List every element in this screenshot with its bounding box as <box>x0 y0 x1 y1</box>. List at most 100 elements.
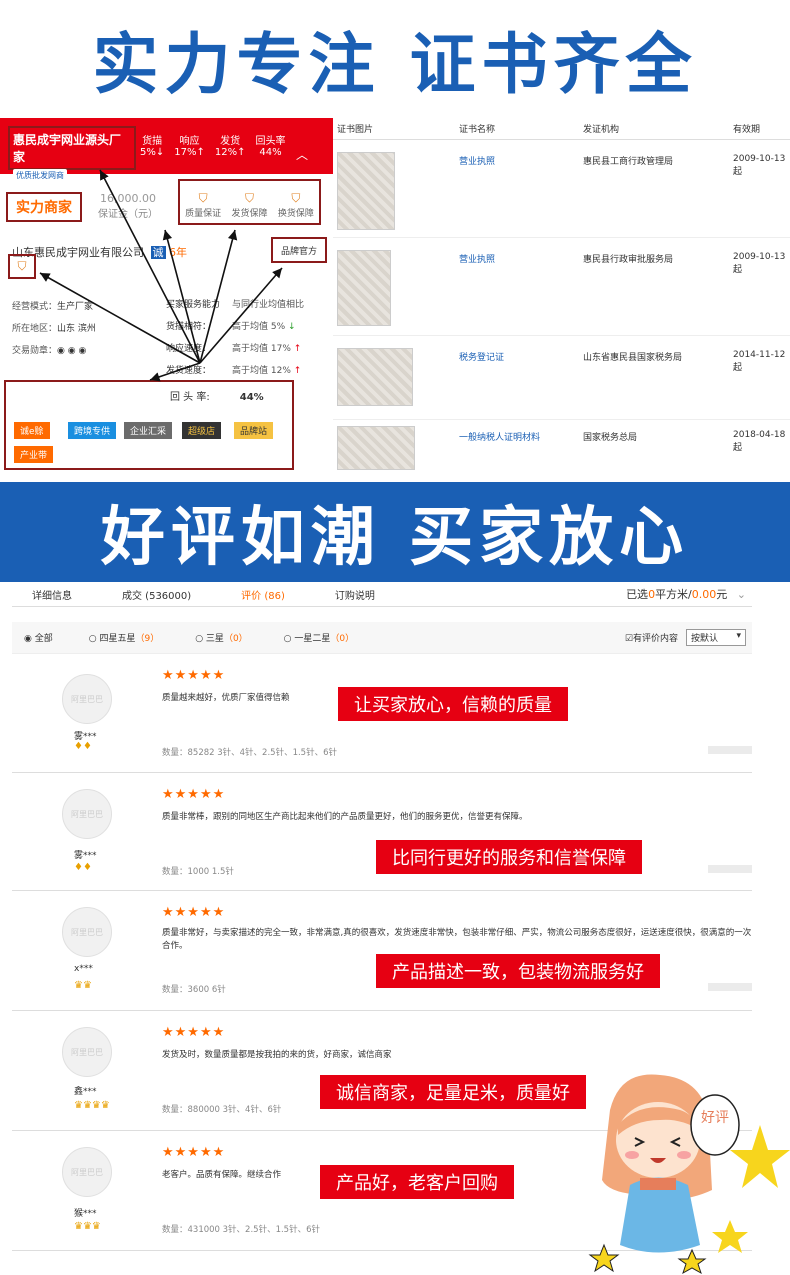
shield-icon: ⛉ <box>8 254 36 279</box>
star-rating: ★★★★★ <box>162 668 226 683</box>
review-text: 质量非常好，与卖家描述的完全一致，非常满意,真的很喜欢，发货速度非常快，包装非常… <box>162 928 752 951</box>
tag-industry-belt[interactable]: 产业带 <box>14 446 54 463</box>
filter-three-star[interactable]: ○ 三星（0） <box>195 631 247 644</box>
chevron-down-icon: ⌄ <box>736 588 746 601</box>
middle-banner: 好评如潮 买家放心 <box>0 482 790 582</box>
deposit-label: 保证金（元） <box>98 209 158 220</box>
detail-tabs: 详细信息 成交 (536000) 评价 (86) 订购说明 已选0平方米/0.0… <box>12 582 752 607</box>
tab-reviews[interactable]: 评价 (86) <box>241 587 285 602</box>
star-rating: ★★★★★ <box>162 787 226 802</box>
medal-icon: ◉ ◉ ◉ <box>57 346 87 356</box>
review-user: 鑫*** <box>74 1087 97 1097</box>
quality-guarantee[interactable]: ⛉ 质量保证 <box>185 191 221 219</box>
supplier-badge: 优质批发网商 <box>13 169 67 182</box>
certificate-table: 证书图片 证书名称 发证机构 有效期 营业执照 惠民县工商行政管理局 2009-… <box>333 118 790 478</box>
avatar: 阿里巴巴 <box>62 789 112 839</box>
cert-name[interactable]: 营业执照 <box>459 252 495 265</box>
delivery-guarantee[interactable]: ⛉ 发货保障 <box>231 191 267 219</box>
review-quantity: 数量：3600 6针 <box>162 985 226 995</box>
review-user: 猴*** <box>74 1209 97 1219</box>
cert-image[interactable] <box>337 426 415 470</box>
star-icon <box>677 1248 707 1275</box>
blurred-date <box>708 983 752 991</box>
callout-label: 让买家放心，信赖的质量 <box>338 687 568 721</box>
supplier-stats: 货描 5%↓ 响应 17%↑ 发货 12%↑ 回头率 44% <box>140 132 285 158</box>
tag-enterprise[interactable]: 企业汇采 <box>124 422 173 439</box>
guarantee-box: ⛉ 质量保证 ⛉ 发货保障 ⛉ 换货保障 <box>178 179 321 225</box>
filter-one-two-star[interactable]: ○ 一星二星（0） <box>284 631 354 644</box>
collapse-chevron-icon[interactable]: ︿ <box>296 146 308 163</box>
cert-row: 一般纳税人证明材料 国家税务总局 2018-04-18 起 <box>333 420 790 478</box>
tag-brand-site[interactable]: 品牌站 <box>234 422 274 439</box>
exchange-guarantee[interactable]: ⛉ 换货保障 <box>278 191 314 219</box>
cartoon-text: 好评 <box>701 1110 729 1126</box>
supplier-name: 惠民成宇网业源头厂家 <box>13 133 122 164</box>
review-quantity: 数量：85282 3针、4针、2.5针、1.5针、6针 <box>162 748 338 758</box>
cert-image[interactable] <box>337 348 413 406</box>
service-row: 发货速度： 高于均值 12% ↑ <box>166 366 302 376</box>
stat-item: 发货 12%↑ <box>214 136 246 158</box>
cert-name[interactable]: 一般纳税人证明材料 <box>459 430 540 443</box>
filter-all[interactable]: ◉ 全部 <box>24 631 53 644</box>
tag-cross-border[interactable]: 跨境专供 <box>68 422 117 439</box>
star-icon <box>730 1125 790 1188</box>
cert-header: 证书图片 证书名称 发证机构 有效期 <box>333 118 790 140</box>
review-quantity: 数量：1000 1.5针 <box>162 867 234 877</box>
cert-name[interactable]: 税务登记证 <box>459 350 504 363</box>
has-content-checkbox[interactable]: ☑有评价内容 <box>625 631 678 644</box>
cert-org: 国家税务总局 <box>583 433 638 443</box>
review-user: 雾*** <box>74 851 97 861</box>
star-rating: ★★★★★ <box>162 1145 226 1160</box>
cert-org: 惠民县工商行政管理局 <box>583 157 674 167</box>
review-user: x*** <box>74 964 93 974</box>
review-item: 阿里巴巴 x*** ♛♛ ★★★★★ 质量非常好，与卖家描述的完全一致，非常满意… <box>12 891 752 1011</box>
supplier-name-box[interactable]: 惠民成宇网业源头厂家 优质批发网商 <box>8 126 136 182</box>
tag-super-store[interactable]: 超级店 <box>182 422 222 439</box>
deposit-amount: 16,000.00 <box>100 192 156 205</box>
years: 6年 <box>169 246 187 259</box>
callout-label: 比同行更好的服务和信誉保障 <box>376 840 642 874</box>
service-title-row: 买家服务能力 与同行业均值相比 <box>166 300 305 310</box>
star-icon <box>712 1220 748 1253</box>
blurred-date <box>708 865 752 873</box>
review-filter: ◉ 全部 ○ 四星五星（9） ○ 三星（0） ○ 一星二星（0） ☑有评价内容 … <box>12 622 752 654</box>
review-item: 阿里巴巴 雾*** ♦♦ ★★★★★ 质量越来越好，优质厂家值得信赖 数量：85… <box>12 654 752 773</box>
buyer-level-icon: ♛♛♛ <box>74 1221 101 1232</box>
star-icon <box>588 1243 620 1273</box>
info-row: 交易勋章：◉ ◉ ◉ <box>12 346 87 356</box>
buyer-level-icon: ♛♛♛♛ <box>74 1100 110 1111</box>
buyer-level-icon: ♛♛ <box>74 980 92 991</box>
repeat-rate: 回 头 率: 44% <box>170 392 264 403</box>
filter-four-five-star[interactable]: ○ 四星五星（9） <box>89 631 159 644</box>
selected-summary[interactable]: 已选0平方米/0.00元 ⌄ <box>626 586 746 602</box>
cartoon-girl-mascot: 好评 <box>588 1074 790 1275</box>
avatar: 阿里巴巴 <box>62 1027 112 1077</box>
stat-item: 货描 5%↓ <box>140 136 165 158</box>
cert-image[interactable] <box>337 250 391 326</box>
cert-image[interactable] <box>337 152 395 230</box>
buyer-level-icon: ♦♦ <box>74 862 92 873</box>
avatar: 阿里巴巴 <box>62 674 112 724</box>
review-text: 发货及时，数量质量都是按我拍的来的货，好商家，诚信商家 <box>162 1050 392 1060</box>
tag-cheng-e-she[interactable]: 诚e赊 <box>14 422 50 439</box>
review-text: 质量非常棒，跟别的同地区生产商比起来他们的产品质量更好，他们的服务更优，信誉更有… <box>162 812 528 822</box>
star-rating: ★★★★★ <box>162 905 226 920</box>
cert-row: 营业执照 惠民县行政审批服务局 2009-10-13 起 <box>333 238 790 336</box>
company-line: 山东惠民成宇网业有限公司 诚 6年 <box>12 244 187 260</box>
review-quantity: 数量：431000 3针、2.5针、1.5针、6针 <box>162 1225 321 1235</box>
callout-label: 产品好，老客户回购 <box>320 1165 514 1199</box>
cert-row: 营业执照 惠民县工商行政管理局 2009-10-13 起 <box>333 140 790 238</box>
sort-select[interactable]: 按默认 ▾ <box>686 629 746 646</box>
tab-order-notes[interactable]: 订购说明 <box>335 587 375 602</box>
tab-details[interactable]: 详细信息 <box>32 587 72 602</box>
stat-item: 响应 17%↑ <box>174 136 205 158</box>
cert-date: 2009-10-13 起 <box>733 154 786 177</box>
supplier-info: 经营模式：生产厂家 所在地区：山东 滨州 交易勋章：◉ ◉ ◉ <box>12 296 96 362</box>
star-rating: ★★★★★ <box>162 1025 226 1040</box>
info-row: 所在地区：山东 滨州 <box>12 324 96 334</box>
cert-name[interactable]: 营业执照 <box>459 154 495 167</box>
service-row: 响应速度： 高于均值 17% ↑ <box>166 344 302 354</box>
dropdown-arrow-icon: ▾ <box>736 631 741 641</box>
tab-transactions[interactable]: 成交 (536000) <box>122 587 191 602</box>
brand-official-box[interactable]: 品牌官方 <box>271 237 327 263</box>
